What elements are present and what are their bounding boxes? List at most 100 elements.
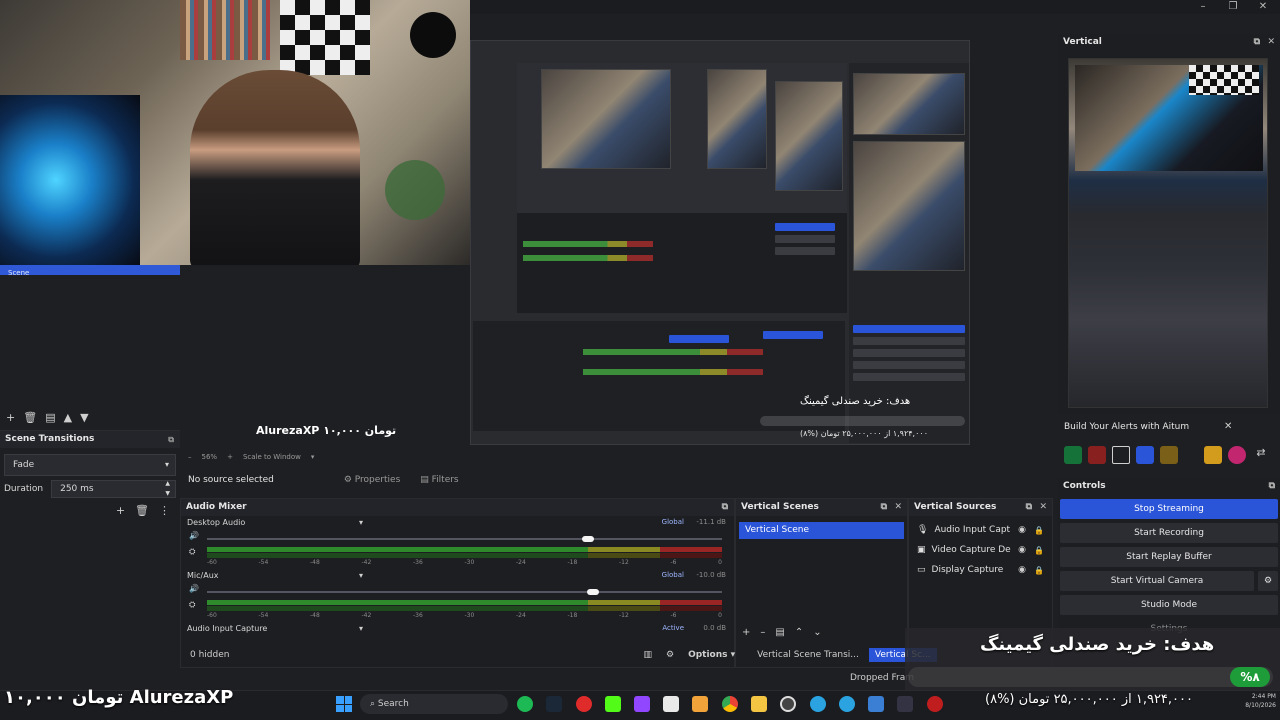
- undock-icon[interactable]: ⧉: [1026, 499, 1032, 516]
- telegram-icon[interactable]: [810, 696, 826, 712]
- add-scene-button[interactable]: +: [6, 411, 15, 424]
- app-icon[interactable]: [663, 696, 679, 712]
- start-virtual-camera-button[interactable]: Start Virtual Camera: [1060, 571, 1254, 591]
- volume-slider[interactable]: [207, 536, 722, 542]
- volume-slider[interactable]: [207, 589, 722, 595]
- volume-slider-knob[interactable]: [582, 536, 595, 542]
- undock-icon[interactable]: ⧉: [722, 499, 728, 516]
- kick-icon[interactable]: [605, 696, 621, 712]
- maximize-button[interactable]: ❐: [1218, 0, 1248, 14]
- lock-icon[interactable]: 🔒: [1034, 546, 1044, 555]
- windows-start-icon[interactable]: [336, 696, 352, 712]
- settings-icon[interactable]: [1204, 446, 1222, 464]
- gear-icon[interactable]: ⚙: [1258, 571, 1278, 591]
- speaker-icon[interactable]: 🔊: [189, 584, 199, 593]
- volume-row: 🔊: [187, 531, 728, 543]
- remove-transition-button[interactable]: 🗑: [135, 504, 149, 517]
- loop-icon[interactable]: [1136, 446, 1154, 464]
- tray-app-icon[interactable]: [927, 696, 943, 712]
- move-down-button[interactable]: ▼: [80, 411, 88, 424]
- down-icon[interactable]: ⌄: [813, 627, 821, 638]
- close-window-button[interactable]: ✕: [1248, 0, 1278, 14]
- photos-icon[interactable]: [692, 696, 708, 712]
- close-icon[interactable]: ✕: [1267, 34, 1275, 51]
- audio-app-icon[interactable]: [897, 696, 913, 712]
- telegram-desktop-icon[interactable]: [839, 696, 855, 712]
- duration-input[interactable]: 250 ms ▲ ▼: [51, 480, 176, 498]
- up-icon[interactable]: ⌃: [795, 627, 803, 638]
- channel-settings-icon[interactable]: ⛭: [189, 547, 195, 557]
- stop-streaming-button[interactable]: Stop Streaming: [1060, 499, 1278, 519]
- youtube-icon[interactable]: [576, 696, 592, 712]
- undock-icon[interactable]: ⧉: [881, 499, 887, 516]
- visibility-icon[interactable]: ◉: [1018, 545, 1026, 555]
- channel-menu-icon[interactable]: ▾: [359, 518, 363, 527]
- main-preview-canvas[interactable]: [470, 40, 970, 445]
- minimize-button[interactable]: –: [1188, 0, 1218, 14]
- share-icon[interactable]: ⇄: [1252, 446, 1270, 464]
- channel-db: 0.0 dB: [703, 624, 726, 632]
- spotify-icon[interactable]: [517, 696, 533, 712]
- tab-vertical-scene-transitions[interactable]: Vertical Scene Transi...: [751, 648, 865, 662]
- volume-slider-knob[interactable]: [587, 589, 600, 595]
- filters-icon[interactable]: ▤: [775, 627, 784, 638]
- aitum-icon[interactable]: [1064, 446, 1082, 464]
- channel-menu-icon[interactable]: ▾: [359, 571, 363, 580]
- channel-tag[interactable]: Global: [662, 571, 684, 579]
- chevron-down-icon[interactable]: ▾: [311, 453, 315, 461]
- source-item[interactable]: ▭ Display Capture ◉ 🔒: [909, 560, 1052, 580]
- scene-item-selected[interactable]: Scene: [0, 265, 180, 277]
- transition-menu-button[interactable]: ⋮: [159, 504, 170, 517]
- add-transition-button[interactable]: +: [116, 504, 125, 517]
- undock-icon[interactable]: ⧉: [168, 431, 174, 448]
- move-up-button[interactable]: ▲: [64, 411, 72, 424]
- start-replay-buffer-button[interactable]: Start Replay Buffer: [1060, 547, 1278, 567]
- channel-menu-icon[interactable]: ▾: [359, 624, 363, 633]
- source-item[interactable]: 🎙 Audio Input Capt ◉ 🔒: [909, 520, 1052, 540]
- remove-icon[interactable]: –: [760, 627, 765, 638]
- filters-button[interactable]: ▤ Filters: [420, 475, 458, 485]
- obs-icon[interactable]: [780, 696, 796, 712]
- visibility-icon[interactable]: ◉: [1018, 565, 1026, 575]
- record-icon[interactable]: [1088, 446, 1106, 464]
- close-icon[interactable]: ✕: [1039, 499, 1047, 516]
- taskbar-clock[interactable]: 2:44 PM 8/10/2026: [1216, 692, 1276, 710]
- channel-tag[interactable]: Active: [662, 624, 684, 632]
- channel-settings-icon[interactable]: ⛭: [189, 600, 195, 610]
- undock-icon[interactable]: ⧉: [1254, 34, 1260, 51]
- file-explorer-icon[interactable]: [751, 696, 767, 712]
- transition-select[interactable]: Fade ▾: [4, 454, 176, 476]
- close-icon[interactable]: ✕: [894, 499, 902, 516]
- scene-filters-button[interactable]: ▤: [45, 411, 55, 424]
- options-menu[interactable]: Options ▾: [688, 650, 735, 660]
- heart-icon[interactable]: [1228, 446, 1246, 464]
- stop-icon[interactable]: [1112, 446, 1130, 464]
- twitch-icon[interactable]: [634, 696, 650, 712]
- vscode-icon[interactable]: [868, 696, 884, 712]
- close-icon[interactable]: ✕: [1224, 421, 1232, 432]
- add-icon[interactable]: +: [742, 627, 750, 638]
- gear-icon[interactable]: ⚙: [666, 650, 674, 660]
- zoom-out-icon[interactable]: –: [188, 453, 192, 461]
- zoom-in-icon[interactable]: +: [227, 453, 233, 461]
- properties-button[interactable]: ⚙ Properties: [344, 475, 400, 485]
- vertical-preview-canvas[interactable]: [1068, 58, 1268, 408]
- remove-scene-button[interactable]: 🗑: [23, 411, 37, 424]
- lock-icon[interactable]: 🔒: [1034, 526, 1044, 535]
- taskbar-search[interactable]: ⌕ Search: [360, 694, 508, 714]
- columns-icon[interactable]: ▥: [643, 650, 652, 660]
- spin-icon[interactable]: ▲ ▼: [165, 479, 170, 499]
- clip-icon[interactable]: [1160, 446, 1178, 464]
- source-item[interactable]: ▣ Video Capture De ◉ 🔒: [909, 540, 1052, 560]
- channel-tag[interactable]: Global: [662, 518, 684, 526]
- undock-icon[interactable]: ⧉: [1269, 478, 1275, 495]
- lock-icon[interactable]: 🔒: [1034, 566, 1044, 575]
- vertical-scene-item[interactable]: Vertical Scene: [739, 522, 904, 539]
- chrome-icon[interactable]: [722, 696, 738, 712]
- studio-mode-button[interactable]: Studio Mode: [1060, 595, 1278, 615]
- start-recording-button[interactable]: Start Recording: [1060, 523, 1278, 543]
- speaker-icon[interactable]: 🔊: [189, 531, 199, 540]
- visibility-icon[interactable]: ◉: [1018, 525, 1026, 535]
- steam-icon[interactable]: [546, 696, 562, 712]
- scale-mode-select[interactable]: Scale to Window: [243, 453, 301, 461]
